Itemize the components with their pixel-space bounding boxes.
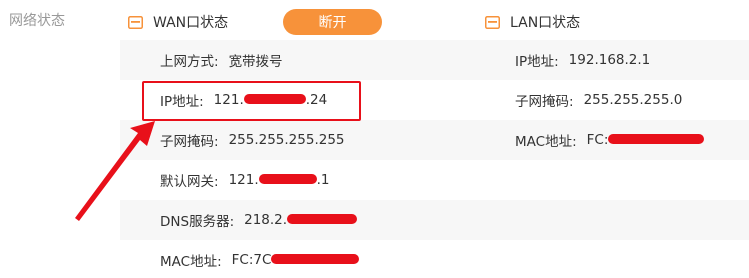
wan-lan-status-panel: 网络状态 WAN口状态 断开 LAN口状态 上网方式: 宽带拨号 IP地址: 1… — [0, 0, 749, 278]
annotation-arrow — [75, 121, 155, 221]
